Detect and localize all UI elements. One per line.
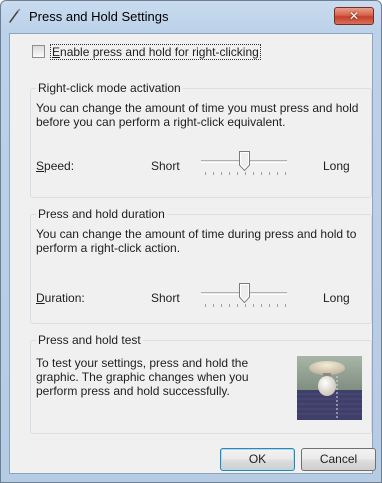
slider-tick <box>221 172 222 175</box>
dialog-body: Enable press and hold for right-clicking… <box>9 33 376 474</box>
activation-group: Right-click mode activation You can chan… <box>30 81 372 198</box>
close-button[interactable]: ✕ <box>334 7 374 25</box>
pen-icon <box>7 8 23 24</box>
title-bar[interactable]: Press and Hold Settings ✕ <box>1 1 381 33</box>
slider-tick <box>285 172 286 175</box>
test-group: Press and hold test To test your setting… <box>30 333 372 434</box>
slider-tick <box>213 172 214 175</box>
slider-tick <box>205 172 206 175</box>
duration-group: Press and hold duration You can change t… <box>30 207 372 324</box>
slider-tick <box>213 304 214 307</box>
slider-tick <box>269 304 270 307</box>
duration-short-label: Short <box>151 291 180 305</box>
slider-tick <box>253 304 254 307</box>
duration-slider[interactable] <box>201 283 287 309</box>
slider-tick <box>269 172 270 175</box>
cancel-button[interactable]: Cancel <box>301 448 376 471</box>
slider-tick <box>285 304 286 307</box>
duration-slider-ticks <box>205 304 286 308</box>
slider-tick <box>205 304 206 307</box>
slider-tick <box>229 172 230 175</box>
ok-button[interactable]: OK <box>220 448 295 471</box>
duration-mnemonic: D <box>36 291 45 305</box>
speed-slider[interactable] <box>201 151 287 177</box>
activation-description: You can change the amount of time you mu… <box>36 101 359 129</box>
duration-group-title: Press and hold duration <box>36 207 167 221</box>
press-hold-test-graphic[interactable] <box>297 356 362 420</box>
slider-tick <box>261 172 262 175</box>
slider-tick <box>277 304 278 307</box>
activation-group-title: Right-click mode activation <box>36 81 183 95</box>
slider-tick <box>245 304 246 307</box>
slider-tick <box>237 172 238 175</box>
slider-tick <box>221 304 222 307</box>
slider-tick <box>277 172 278 175</box>
slider-tick <box>261 304 262 307</box>
duration-long-label: Long <box>323 291 350 305</box>
speed-mnemonic: S <box>36 159 45 173</box>
duration-slider-thumb[interactable] <box>239 283 250 304</box>
enable-press-hold-checkbox[interactable] <box>32 45 45 58</box>
speed-long-label: Long <box>323 159 350 173</box>
duration-label: Duration: <box>36 291 85 305</box>
duration-description: You can change the amount of time during… <box>36 227 357 255</box>
test-description: To test your settings, press and hold th… <box>36 356 249 398</box>
enable-press-hold-label[interactable]: Enable press and hold for right-clicking <box>50 44 261 60</box>
speed-slider-thumb[interactable] <box>239 151 250 172</box>
test-group-title: Press and hold test <box>36 333 143 347</box>
speed-label: Speed: <box>36 159 74 173</box>
speed-slider-ticks <box>205 172 286 176</box>
dialog-window: Press and Hold Settings ✕ Enable press a… <box>0 0 382 483</box>
speed-label-rest: peed: <box>44 159 75 173</box>
close-icon: ✕ <box>348 9 360 23</box>
enable-label-rest: nable press and hold for right-clicking <box>60 45 259 59</box>
slider-tick <box>229 304 230 307</box>
slider-tick <box>253 172 254 175</box>
duration-label-rest: uration: <box>44 291 85 305</box>
slider-tick <box>245 172 246 175</box>
window-title: Press and Hold Settings <box>29 9 169 24</box>
slider-tick <box>237 304 238 307</box>
speed-short-label: Short <box>151 159 180 173</box>
enable-mnemonic: E <box>52 45 61 59</box>
